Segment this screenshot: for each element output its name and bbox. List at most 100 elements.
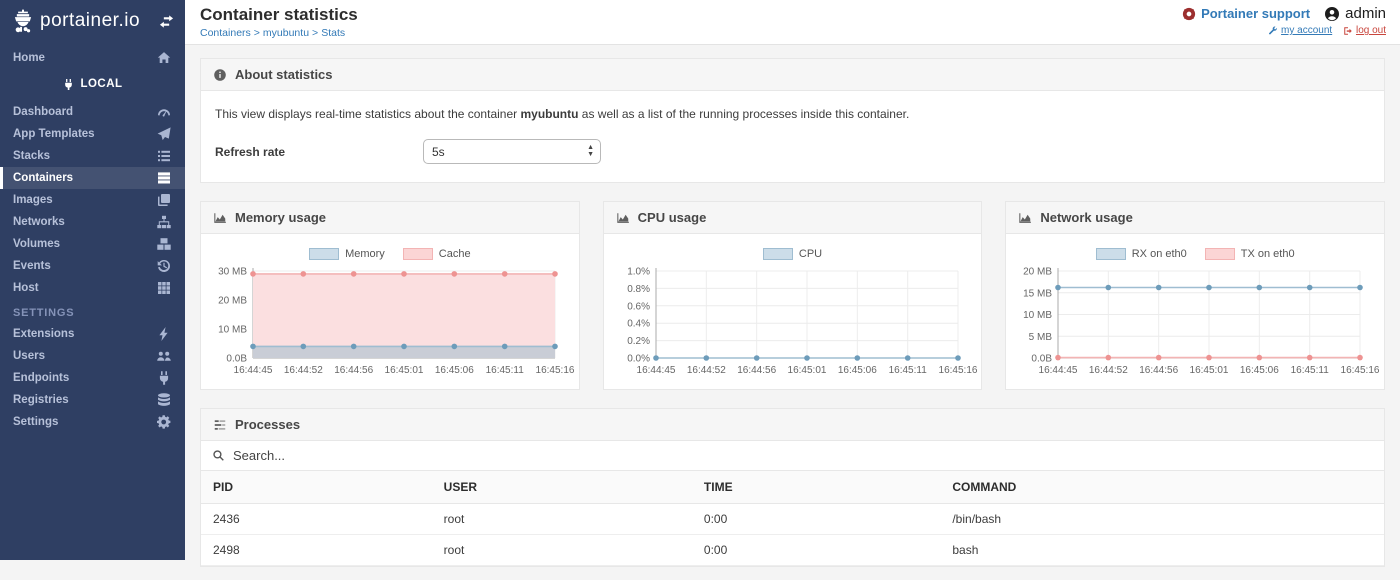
svg-text:16:45:11: 16:45:11 <box>1291 365 1330 376</box>
widget-title: CPU usage <box>638 210 707 225</box>
svg-text:1.0%: 1.0% <box>627 267 650 278</box>
column-header-command[interactable]: COMMAND <box>940 471 1384 504</box>
user-name: admin <box>1345 5 1386 22</box>
sidebar-item-extensions[interactable]: Extensions <box>0 323 185 345</box>
endpoint-selector[interactable]: LOCAL <box>0 73 185 95</box>
legend-item: CPU <box>763 248 822 260</box>
column-header-user[interactable]: USER <box>432 471 692 504</box>
settings-section-header: SETTINGS <box>0 299 185 323</box>
table-cell: 2498 <box>201 535 432 566</box>
sidebar-item-containers[interactable]: Containers <box>0 167 185 189</box>
processes-table: PIDUSERTIMECOMMAND 2436root0:00/bin/bash… <box>201 471 1384 566</box>
svg-text:20 MB: 20 MB <box>1023 267 1052 278</box>
network-usage-widget: Network usage RX on eth0TX on eth0 0.0B5… <box>1005 201 1385 390</box>
sidebar-item-volumes[interactable]: Volumes <box>0 233 185 255</box>
sidebar-item-label: Users <box>13 350 156 362</box>
sidebar-item-endpoints[interactable]: Endpoints <box>0 367 185 389</box>
svg-text:16:44:56: 16:44:56 <box>334 365 373 376</box>
svg-text:0.0%: 0.0% <box>627 354 650 365</box>
svg-text:16:45:16: 16:45:16 <box>1341 365 1380 376</box>
cpu-usage-chart: 0.0%0.2%0.4%0.6%0.8%1.0%16:44:4516:44:52… <box>612 266 972 378</box>
user-menu[interactable]: admin <box>1324 5 1386 22</box>
memory-usage-header: Memory usage <box>201 202 579 234</box>
sidebar-item-label: Registries <box>13 394 156 406</box>
legend-swatch <box>1096 248 1126 260</box>
gears-icon <box>156 414 172 430</box>
about-title: About statistics <box>235 67 333 82</box>
about-description: This view displays real-time statistics … <box>215 107 1370 121</box>
svg-text:0.6%: 0.6% <box>627 301 650 312</box>
search-input[interactable] <box>233 448 1373 463</box>
legend-swatch <box>763 248 793 260</box>
widget-title: Network usage <box>1040 210 1132 225</box>
bolt-icon <box>156 326 172 342</box>
table-row: 2498root0:00bash <box>201 535 1384 566</box>
svg-text:16:45:16: 16:45:16 <box>938 365 977 376</box>
table-cell: 0:00 <box>692 535 940 566</box>
users-icon <box>156 348 172 364</box>
sidebar-item-label: Host <box>13 282 156 294</box>
breadcrumb-item[interactable]: myubuntu <box>263 27 309 39</box>
table-cell: 0:00 <box>692 504 940 535</box>
about-statistics-panel: About statistics This view displays real… <box>200 58 1385 183</box>
svg-text:16:45:11: 16:45:11 <box>888 365 927 376</box>
svg-text:16:44:45: 16:44:45 <box>1039 365 1078 376</box>
network-usage-header: Network usage <box>1006 202 1384 234</box>
plug-icon <box>62 78 75 91</box>
log-out-link[interactable]: log out <box>1343 25 1386 36</box>
containers-icon <box>156 170 172 186</box>
column-header-pid[interactable]: PID <box>201 471 432 504</box>
svg-text:16:44:56: 16:44:56 <box>1140 365 1179 376</box>
breadcrumb-item[interactable]: Stats <box>321 27 345 39</box>
svg-text:0.0B: 0.0B <box>226 354 247 365</box>
sidebar-item-networks[interactable]: Networks <box>0 211 185 233</box>
sidebar-item-users[interactable]: Users <box>0 345 185 367</box>
sidebar-item-registries[interactable]: Registries <box>0 389 185 411</box>
processes-panel: Processes PIDUSERTIMECOMMAND 2436root0:0… <box>200 408 1385 567</box>
svg-text:16:44:52: 16:44:52 <box>284 365 323 376</box>
logo-row: portainer.io <box>0 0 185 42</box>
sidebar-item-label: Dashboard <box>13 106 156 118</box>
sidebar-item-label: Endpoints <box>13 372 156 384</box>
refresh-rate-label: Refresh rate <box>215 145 423 159</box>
legend-item: Memory <box>309 248 385 260</box>
svg-text:0.0B: 0.0B <box>1032 354 1053 365</box>
portainer-support-link[interactable]: Portainer support <box>1182 6 1310 21</box>
sidebar-item-images[interactable]: Images <box>0 189 185 211</box>
sidebar-item-dashboard[interactable]: Dashboard <box>0 101 185 123</box>
sidebar-item-app-templates[interactable]: App Templates <box>0 123 185 145</box>
sidebar-item-events[interactable]: Events <box>0 255 185 277</box>
home-icon <box>156 50 172 66</box>
svg-text:16:45:11: 16:45:11 <box>486 365 525 376</box>
database-icon <box>156 392 172 408</box>
svg-text:16:45:01: 16:45:01 <box>787 365 826 376</box>
sidebar-item-label: Images <box>13 194 156 206</box>
breadcrumb-item[interactable]: Containers <box>200 27 251 39</box>
page-title: Container statistics <box>200 5 358 25</box>
legend-swatch <box>403 248 433 260</box>
legend-item: RX on eth0 <box>1096 248 1187 260</box>
svg-text:20 MB: 20 MB <box>218 296 247 307</box>
refresh-rate-select[interactable]: 5s <box>423 139 601 164</box>
svg-text:16:44:45: 16:44:45 <box>234 365 273 376</box>
sidebar-item-stacks[interactable]: Stacks <box>0 145 185 167</box>
processes-header: Processes <box>201 409 1384 441</box>
info-circle-icon <box>213 68 227 82</box>
sidebar-item-settings[interactable]: Settings <box>0 411 185 433</box>
svg-text:16:44:52: 16:44:52 <box>687 365 726 376</box>
my-account-link[interactable]: my account <box>1268 25 1332 36</box>
sidebar-toggle-icon[interactable] <box>158 13 175 30</box>
column-header-time[interactable]: TIME <box>692 471 940 504</box>
sidebar-item-host[interactable]: Host <box>0 277 185 299</box>
search-bar <box>201 441 1384 471</box>
wrench-icon <box>1268 26 1278 36</box>
sidebar: portainer.io Home LOCAL Dashboard App Te… <box>0 0 185 560</box>
sidebar-item-home[interactable]: Home <box>0 45 185 71</box>
chart-area-icon <box>616 211 630 225</box>
sidebar-item-label: Events <box>13 260 156 272</box>
sidebar-item-label: App Templates <box>13 128 156 140</box>
table-cell: 2436 <box>201 504 432 535</box>
sidebar-item-label: Home <box>13 52 156 64</box>
endpoint-label: LOCAL <box>80 78 122 90</box>
svg-text:0.4%: 0.4% <box>627 319 650 330</box>
